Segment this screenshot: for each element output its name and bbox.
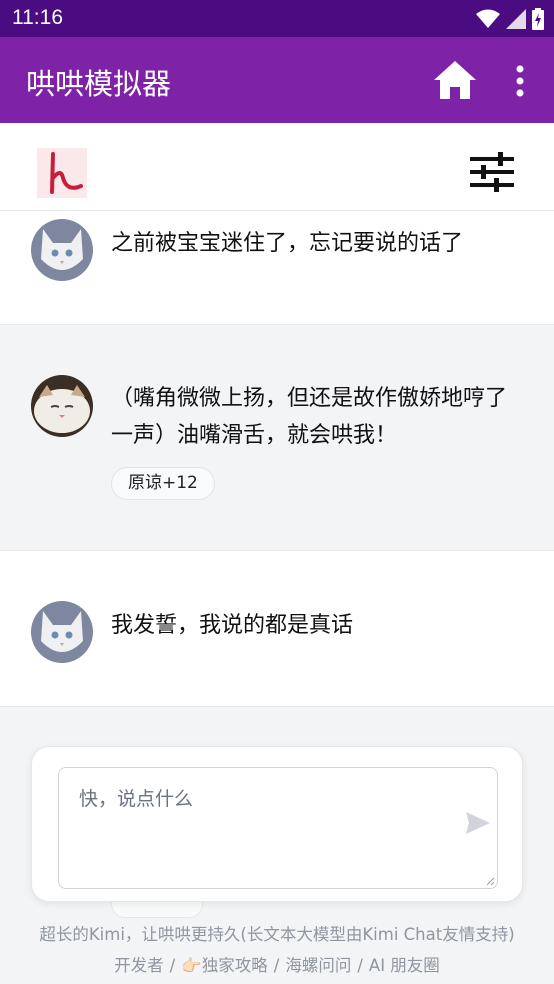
resize-handle-icon[interactable] <box>485 876 495 886</box>
message-text: 之前被宝宝迷住了，忘记要说的话了 <box>111 231 464 256</box>
separator: / <box>357 956 363 975</box>
hailuo-link[interactable]: 海螺问问 <box>285 956 351 975</box>
message-text: 我发誓，我说的都是真话 <box>111 613 354 638</box>
toolbar <box>0 123 554 211</box>
cat-avatar <box>31 601 93 663</box>
status-time: 11:16 <box>12 6 63 29</box>
chat-message: 我发誓，我说的都是真话 <box>0 551 554 707</box>
cat-avatar <box>31 375 93 437</box>
status-icons <box>476 8 544 30</box>
input-card: 快，说点什么 <box>31 746 523 902</box>
app-title: 哄哄模拟器 <box>26 67 172 101</box>
wifi-icon <box>476 9 500 28</box>
footer-links: 开发者 / 👉🏻独家攻略 / 海螺问问 / AI 朋友圈 <box>0 952 554 976</box>
app-bar: 哄哄模拟器 <box>0 37 554 123</box>
status-bar: 11:16 <box>0 0 554 37</box>
separator: / <box>169 956 176 975</box>
message-input[interactable]: 快，说点什么 <box>58 767 498 889</box>
home-icon[interactable] <box>432 57 478 103</box>
chat-message: 之前被宝宝迷住了，忘记要说的话了 <box>0 211 554 325</box>
logo-icon[interactable] <box>37 148 87 198</box>
battery-charging-icon <box>532 8 544 30</box>
guide-link[interactable]: 👉🏻独家攻略 <box>181 956 268 975</box>
forgiveness-badge: 原谅+12 <box>111 467 215 500</box>
sliders-icon[interactable] <box>468 150 516 194</box>
more-vert-icon[interactable] <box>505 61 535 101</box>
cell-signal-icon <box>506 9 526 29</box>
footer-credit: 超长的Kimi，让哄哄更持久(长文本大模型由Kimi Chat友情支持) <box>39 925 515 944</box>
message-text: （嘴角微微上扬，但还是故作傲娇地哼了一声）油嘴滑舌，就会哄我！ <box>111 386 508 448</box>
separator: / <box>273 956 280 975</box>
chat-reply: （嘴角微微上扬，但还是故作傲娇地哼了一声）油嘴滑舌，就会哄我！ 原谅+12 <box>0 325 554 551</box>
input-placeholder: 快，说点什么 <box>79 788 194 810</box>
send-icon[interactable] <box>464 809 492 837</box>
cat-avatar <box>31 219 93 281</box>
ai-moments-link[interactable]: AI 朋友圈 <box>369 956 440 975</box>
developer-link[interactable]: 开发者 <box>114 956 164 975</box>
